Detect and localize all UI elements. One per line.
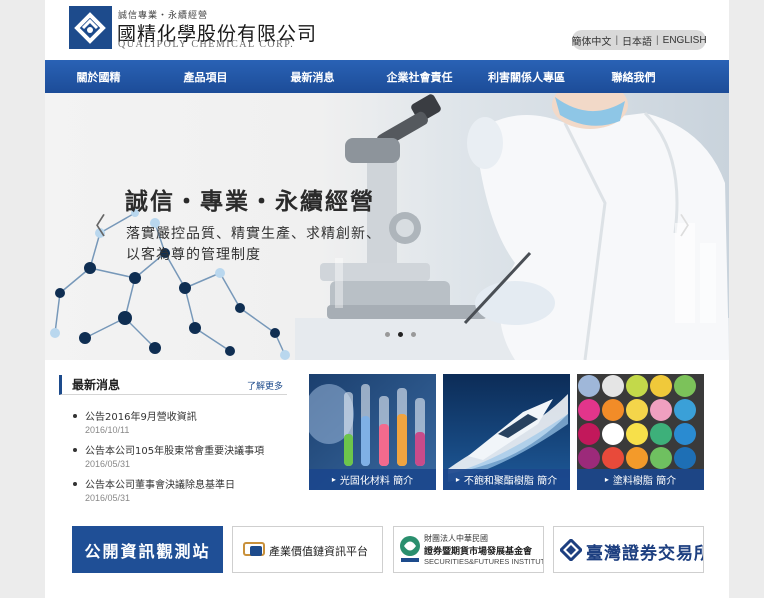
news-item-date: 2016/05/31	[85, 493, 131, 503]
product-card-coating-resin[interactable]: ▸ 塗料樹脂 簡介	[577, 374, 704, 490]
main-nav: 關於國精 產品項目 最新消息 企業社會責任 利害關係人專區 聯絡我們	[45, 60, 729, 93]
industry-chain-icon-inner	[250, 546, 262, 556]
lang-separator: |	[656, 34, 659, 46]
slider-dot[interactable]	[398, 332, 403, 337]
arrow-right-icon: ▸	[455, 475, 460, 484]
nav-item-stakeholders[interactable]: 利害關係人專區	[473, 60, 580, 93]
slider-dot[interactable]	[385, 332, 390, 337]
slider-dots	[385, 332, 416, 337]
hero-subtitle-line1: 落實嚴控品質、精實生產、求精創新、	[126, 226, 381, 242]
nav-item-news[interactable]: 最新消息	[259, 60, 366, 93]
news-item-title[interactable]: 公告2016年9月營收資訊	[85, 408, 197, 423]
nav-item-contact[interactable]: 聯絡我們	[580, 60, 687, 93]
mops-banner-text: 公開資訊觀測站	[84, 541, 211, 561]
bullet-icon	[73, 482, 77, 486]
product-card-label-text: 不飽和聚酯樹脂 簡介	[463, 476, 558, 487]
bullet-icon	[73, 448, 77, 452]
mops-banner[interactable]: 公開資訊觀測站	[72, 526, 223, 573]
hero-title: 誠信・專業・永續經營	[125, 189, 375, 215]
arrow-right-icon: ▸	[604, 475, 609, 484]
language-switcher: 簡体中文 | 日本語 | ENGLISH	[571, 30, 707, 50]
product-card-label-text: 光固化材料 簡介	[339, 476, 414, 487]
page: 誠信專業・永續經營 國精化學股份有限公司 QUALIPOLY CHEMICAL …	[45, 0, 729, 598]
slider-prev-arrow-icon[interactable]: 〈	[82, 214, 106, 238]
sfi-banner-line3: SECURITIES&FUTURES INSTITUTE	[424, 557, 544, 566]
lang-simplified-chinese[interactable]: 簡体中文	[571, 33, 611, 48]
slider-next-arrow-icon[interactable]: 〉	[679, 214, 703, 238]
arrow-right-icon: ▸	[331, 475, 336, 484]
news-item-date: 2016/10/11	[85, 425, 130, 435]
slider-dot[interactable]	[411, 332, 416, 337]
news-item-title[interactable]: 公告本公司董事會決議除息基準日	[85, 476, 235, 491]
news-header: 最新消息 了解更多	[59, 375, 287, 395]
lang-japanese[interactable]: 日本語	[622, 33, 652, 48]
hero-subtitle-line2: 以客為尊的管理制度	[126, 247, 261, 263]
industry-chain-banner-text: 產業價值鏈資訊平台	[269, 545, 368, 558]
lang-english[interactable]: ENGLISH	[663, 35, 707, 46]
sfi-banner-line1: 財團法人中華民國	[424, 534, 488, 543]
product-card-label[interactable]: ▸ 不飽和聚酯樹脂 簡介	[443, 469, 570, 490]
nav-item-products[interactable]: 產品項目	[152, 60, 259, 93]
bullet-icon	[73, 414, 77, 418]
product-card-label[interactable]: ▸ 塗料樹脂 簡介	[577, 469, 704, 490]
twse-logo-icon	[560, 539, 582, 561]
sfi-banner[interactable]: 財團法人中華民國 證券暨期貨市場發展基金會 SECURITIES&FUTURES…	[393, 526, 544, 573]
industry-chain-banner[interactable]: 產業價值鏈資訊平台	[232, 526, 383, 573]
sfi-logo-icon	[400, 536, 420, 562]
lang-separator: |	[615, 34, 619, 46]
twse-banner[interactable]: 臺灣證券交易所	[553, 526, 704, 573]
nav-item-csr[interactable]: 企業社會責任	[366, 60, 473, 93]
news-item-date: 2016/05/31	[85, 459, 131, 469]
product-card-uv-curing[interactable]: ▸ 光固化材料 簡介	[309, 374, 436, 490]
product-card-label[interactable]: ▸ 光固化材料 簡介	[309, 469, 436, 490]
twse-banner-text: 臺灣證券交易所	[586, 544, 704, 564]
news-item-title[interactable]: 公告本公司105年股東常會重要決議事項	[85, 442, 264, 457]
hero-slider: 誠信・專業・永續經營 落實嚴控品質、精實生產、求精創新、 以客為尊的管理制度 〈…	[45, 93, 729, 360]
company-logo-icon[interactable]	[69, 6, 112, 49]
sfi-banner-line2: 證券暨期貨市場發展基金會	[424, 547, 533, 557]
product-card-unsaturated-polyester[interactable]: ▸ 不飽和聚酯樹脂 簡介	[443, 374, 570, 490]
company-name-english: QUALIPOLY CHEMICAL CORP.	[118, 39, 295, 50]
nav-item-about[interactable]: 關於國精	[45, 60, 152, 93]
news-more-link[interactable]: 了解更多	[247, 379, 283, 392]
news-title: 最新消息	[72, 378, 121, 392]
product-card-label-text: 塗料樹脂 簡介	[612, 476, 677, 487]
